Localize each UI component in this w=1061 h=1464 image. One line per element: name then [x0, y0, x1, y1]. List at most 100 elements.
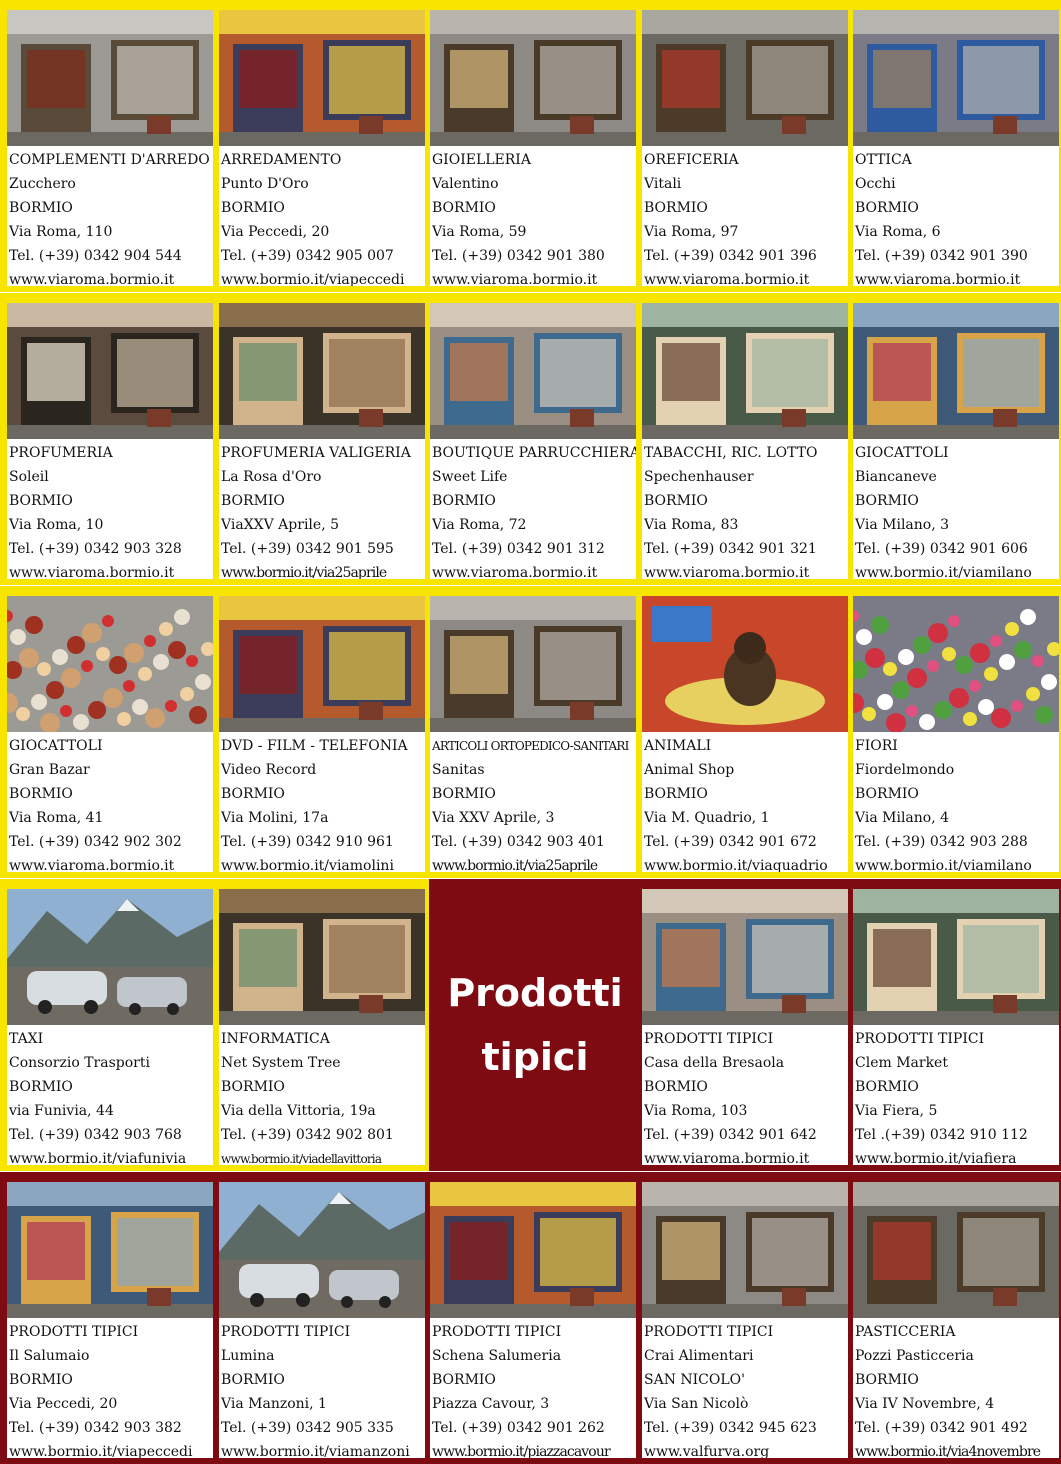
shop-phone: Tel. (+39) 0342 901 595: [221, 541, 394, 557]
shop-address: Via IV Novembre, 4: [855, 1396, 995, 1412]
shop-category: PRODOTTI TIPICI: [644, 1324, 774, 1340]
shop-front-photo: [7, 1182, 213, 1318]
shop-town: BORMIO: [644, 493, 708, 509]
shop-website[interactable]: www.viaroma.bormio.it: [644, 561, 848, 579]
shop-website[interactable]: www.bormio.it/viamilano: [855, 561, 1059, 579]
shop-town: BORMIO: [221, 786, 285, 802]
shop-listing: TABACCHI, RIC. LOTTO Spechenhauser BORMIO V…: [642, 303, 848, 579]
shop-category: FIORI: [855, 738, 898, 754]
shop-category: GIOCATTOLI: [855, 445, 949, 461]
mountain-shop-photo: [219, 1182, 425, 1318]
shop-website[interactable]: www.bormio.it/viafunivia: [9, 1147, 213, 1165]
shop-town: BORMIO: [644, 200, 708, 216]
shop-website[interactable]: www.viaroma.bormio.it: [432, 561, 636, 579]
shop-website[interactable]: www.bormio.it/via4novembre: [855, 1440, 1059, 1458]
shop-listing: OTTICA Occhi BORMIO Via Roma, 6 Tel. (+39) 0…: [853, 10, 1059, 286]
shop-name: Lumina: [221, 1348, 275, 1364]
shop-website[interactable]: www.bormio.it/viamanzoni: [221, 1440, 425, 1458]
shop-website[interactable]: www.bormio.it/viapeccedi: [9, 1440, 213, 1458]
shop-listing: GIOCATTOLI Gran Bazar BORMIO Via Roma, 41 Te…: [7, 596, 213, 872]
shop-category: TAXI: [9, 1031, 44, 1047]
shop-website[interactable]: www.viaroma.bormio.it: [9, 561, 213, 579]
shop-website[interactable]: www.bormio.it/viamolini: [221, 854, 425, 872]
shop-category: PROFUMERIA VALIGERIA: [221, 445, 411, 461]
shop-info: PRODOTTI TIPICI Clem Market BORMIO Via Fier…: [853, 1025, 1059, 1165]
shop-window-photo: [219, 303, 425, 439]
shop-website[interactable]: www.bormio.it/piazzacavour: [432, 1440, 636, 1458]
shop-website[interactable]: www.viaroma.bormio.it: [9, 854, 213, 872]
shop-website[interactable]: www.bormio.it/via25aprile: [221, 561, 425, 579]
shop-phone: Tel. (+39) 0342 901 606: [855, 541, 1028, 557]
shop-listing: OREFICERIA Vitali BORMIO Via Roma, 97 Tel. (…: [642, 10, 848, 286]
shop-website[interactable]: www.viaroma.bormio.it: [9, 268, 213, 286]
shop-address: Via Milano, 4: [855, 810, 950, 826]
shop-category: OTTICA: [855, 152, 912, 168]
shop-website[interactable]: www.valfurva.org: [644, 1440, 848, 1458]
shop-listing: PASTICCERIA Pozzi Pasticceria BORMIO Via IV…: [853, 1182, 1059, 1458]
shop-category: GIOIELLERIA: [432, 152, 531, 168]
shop-website[interactable]: www.viaroma.bormio.it: [644, 1147, 848, 1165]
shop-info: PROFUMERIA VALIGERIA La Rosa d'Oro BORMIO V…: [219, 439, 425, 579]
shop-listing: PROFUMERIA VALIGERIA La Rosa d'Oro BORMIO V…: [219, 303, 425, 579]
shop-website[interactable]: www.bormio.it/viamilano: [855, 854, 1059, 872]
shop-listing: ANIMALI Animal Shop BORMIO Via M. Quadrio, …: [642, 596, 848, 872]
shop-category: PROFUMERIA: [9, 445, 113, 461]
shop-phone: Tel. (+39) 0342 902 302: [9, 834, 182, 850]
shop-address: Via M. Quadrio, 1: [644, 810, 770, 826]
shop-town: BORMIO: [855, 200, 919, 216]
shop-website[interactable]: www.bormio.it/viadellavittoria: [221, 1147, 425, 1165]
shop-phone: Tel. (+39) 0342 902 801: [221, 1127, 394, 1143]
shop-town: BORMIO: [432, 493, 496, 509]
shop-website[interactable]: www.bormio.it/via25aprile: [432, 854, 636, 872]
shop-phone: Tel. (+39) 0342 901 380: [432, 248, 605, 264]
shop-name: Biancaneve: [855, 469, 937, 485]
shop-website[interactable]: www.bormio.it/viaquadrio: [644, 854, 848, 872]
shop-website[interactable]: www.bormio.it/viafiera: [855, 1147, 1059, 1165]
shop-website[interactable]: www.bormio.it/viapeccedi: [221, 268, 425, 286]
shop-name: Soleil: [9, 469, 49, 485]
shop-info: GIOIELLERIA Valentino BORMIO Via Roma, 59 Te…: [430, 146, 636, 286]
shop-listing: PRODOTTI TIPICI Casa della Bresaola BORMIO…: [642, 889, 848, 1165]
shop-website[interactable]: www.viaroma.bormio.it: [855, 268, 1059, 286]
shop-website[interactable]: www.viaroma.bormio.it: [644, 268, 848, 286]
shop-name: Il Salumaio: [9, 1348, 90, 1364]
shop-category: PRODOTTI TIPICI: [9, 1324, 139, 1340]
shop-address: Via della Vittoria, 19a: [221, 1103, 376, 1119]
shop-listing: PRODOTTI TIPICI Schena Salumeria BORMIO Pia…: [430, 1182, 636, 1458]
shop-listing: ARREDAMENTO Punto D'Oro BORMIO Via Peccedi,…: [219, 10, 425, 286]
shop-category: ANIMALI: [644, 738, 712, 754]
shop-info: BOUTIQUE PARRUCCHIERA Sweet Life BORMIO Via…: [430, 439, 636, 579]
shop-listing: GIOCATTOLI Biancaneve BORMIO Via Milano, 3 T…: [853, 303, 1059, 579]
shop-window-photo: [430, 303, 636, 439]
shop-name: Net System Tree: [221, 1055, 341, 1071]
shop-address: Via Roma, 59: [432, 224, 527, 240]
shop-info: COMPLEMENTI D'ARREDO Zucchero BORMIO Via Ro…: [7, 146, 213, 286]
shop-website[interactable]: www.viaroma.bormio.it: [432, 268, 636, 286]
shop-info: PRODOTTI TIPICI Il Salumaio BORMIO Via Pecc…: [7, 1318, 213, 1458]
shop-name: Vitali: [644, 176, 682, 192]
shop-town: BORMIO: [432, 1372, 496, 1388]
shop-front-photo: [853, 889, 1059, 1025]
shop-listing: DVD - FILM - TELEFONIA Video Record BORMIO…: [219, 596, 425, 872]
shop-info: ARREDAMENTO Punto D'Oro BORMIO Via Peccedi,…: [219, 146, 425, 286]
shop-name: Pozzi Pasticceria: [855, 1348, 974, 1364]
shop-address: via Funivia, 44: [9, 1103, 114, 1119]
shop-town: BORMIO: [9, 1079, 73, 1095]
shop-listing: PRODOTTI TIPICI Crai Alimentari SAN NICOLO…: [642, 1182, 848, 1458]
shop-info: PASTICCERIA Pozzi Pasticceria BORMIO Via IV…: [853, 1318, 1059, 1458]
shop-town: BORMIO: [221, 493, 285, 509]
shop-category: DVD - FILM - TELEFONIA: [221, 738, 408, 754]
shop-phone: Tel. (+39) 0342 903 288: [855, 834, 1028, 850]
shop-phone: Tel. (+39) 0342 901 321: [644, 541, 817, 557]
shop-town: BORMIO: [432, 786, 496, 802]
shop-town: BORMIO: [221, 1372, 285, 1388]
shop-town: BORMIO: [9, 1372, 73, 1388]
shop-phone: Tel. (+39) 0342 905 335: [221, 1420, 394, 1436]
shop-listing: PROFUMERIA Soleil BORMIO Via Roma, 10 Tel. (…: [7, 303, 213, 579]
shop-address: Via Milano, 3: [855, 517, 950, 533]
shop-phone: Tel. (+39) 0342 901 642: [644, 1127, 817, 1143]
shop-category: OREFICERIA: [644, 152, 739, 168]
shop-info: FIORI Fiordelmondo BORMIO Via Milano, 4 Tel.…: [853, 732, 1059, 872]
shop-front-photo: [219, 10, 425, 146]
shop-info: PRODOTTI TIPICI Lumina BORMIO Via Manzoni, …: [219, 1318, 425, 1458]
